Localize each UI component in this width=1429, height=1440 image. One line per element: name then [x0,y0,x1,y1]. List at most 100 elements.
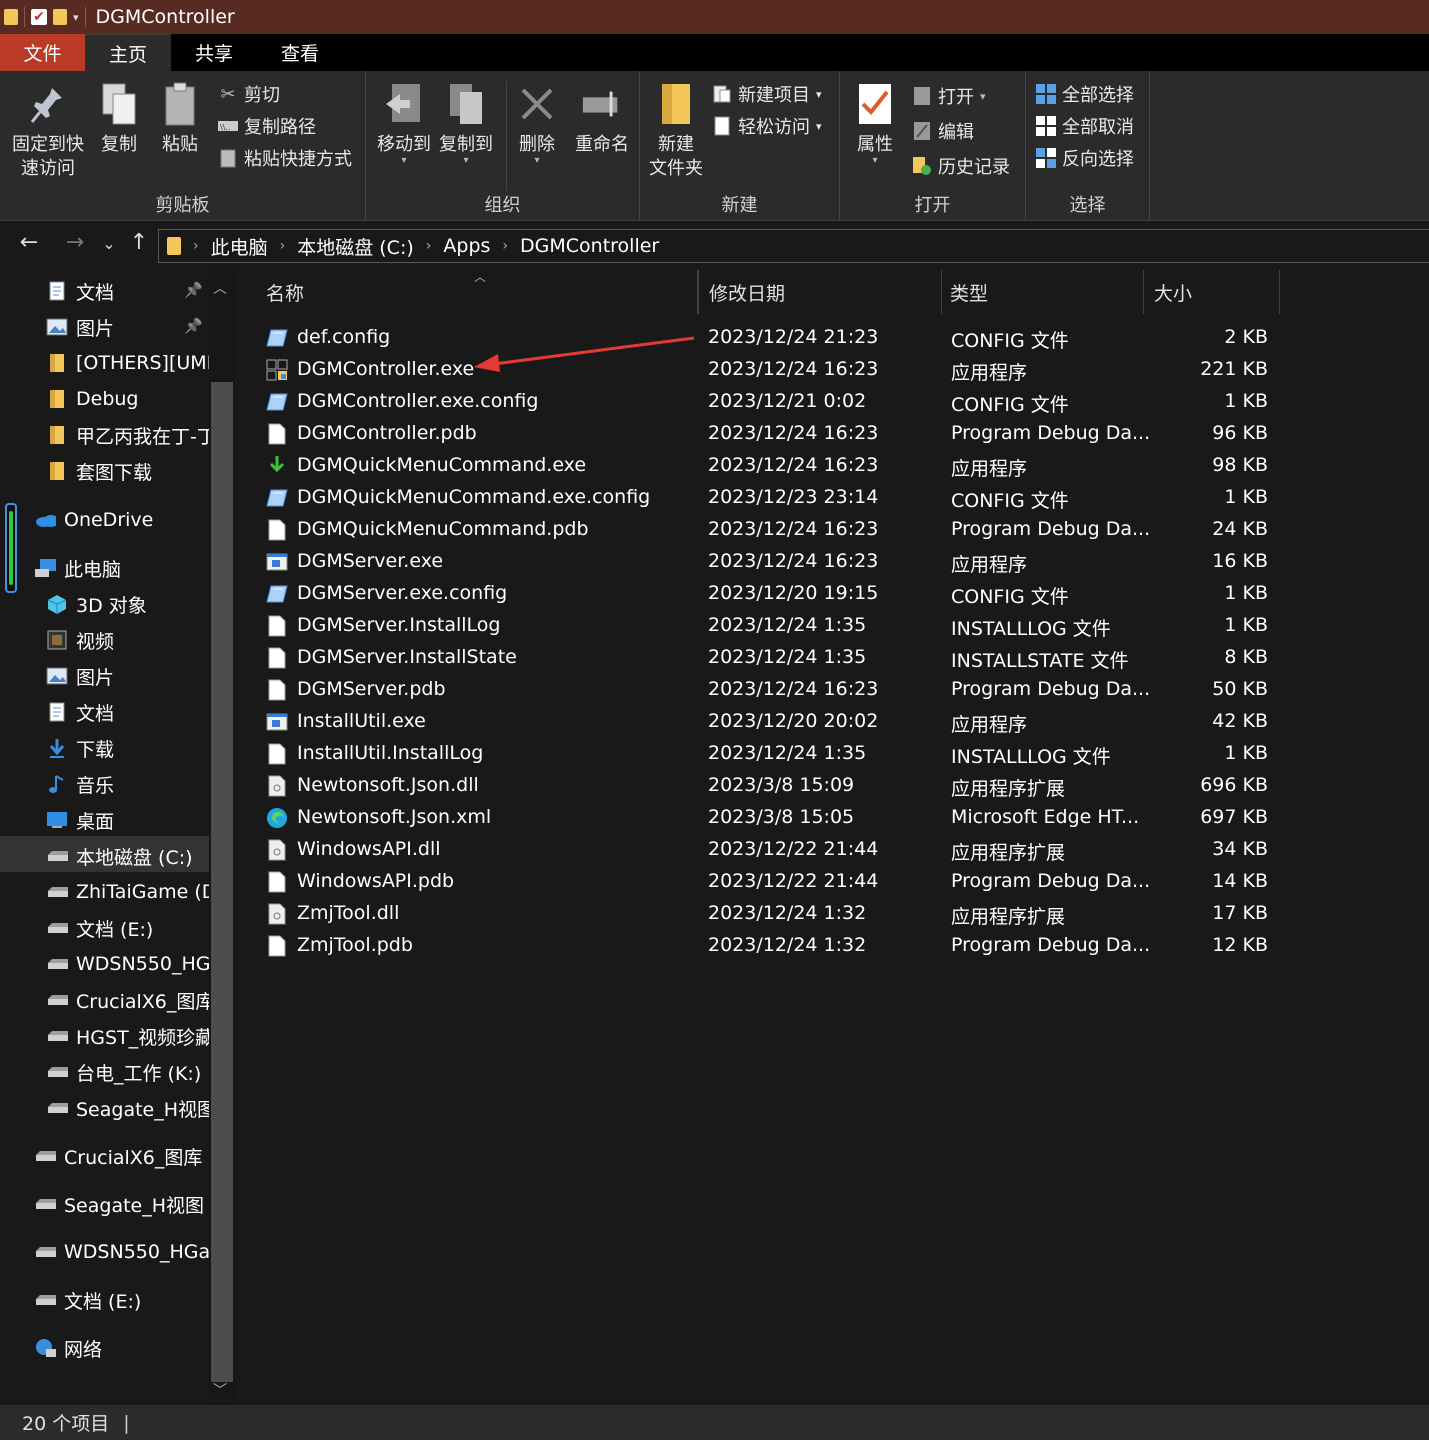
sidebar-item[interactable]: [OTHERS][UME [46,345,209,381]
move-to-button[interactable]: 移动到 ▾ [374,81,434,166]
file-size: 17 KB [1212,902,1268,924]
table-row[interactable]: Newtonsoft.Json.xml 2023/3/8 15:05 Microso… [260,802,1280,834]
scroll-up-icon[interactable]: ︿ [213,278,227,298]
table-row[interactable]: ZmjTool.dll 2023/12/24 1:32 应用程序扩展 17 KB [260,898,1280,930]
sidebar-item[interactable]: 网络 [34,1330,209,1366]
sidebar-item[interactable]: 甲乙丙我在丁-丁 [46,417,209,453]
sidebar-item[interactable]: 音乐 [46,766,209,802]
breadcrumb-this-pc[interactable]: 此电脑 [211,233,268,260]
column-header-size[interactable]: 大小 [1144,270,1280,314]
pin-icon[interactable]: 📌 [184,317,203,335]
breadcrumb-drive-c[interactable]: 本地磁盘 (C:) [297,233,414,260]
sidebar-item[interactable]: OneDrive [34,502,209,538]
table-row[interactable]: DGMServer.InstallLog 2023/12/24 1:35 INSTA… [260,610,1280,642]
table-row[interactable]: DGMQuickMenuCommand.exe 2023/12/24 16:23 应… [260,450,1280,482]
sidebar-item[interactable]: Seagate_H视图 (I [34,1186,209,1222]
new-folder-icon[interactable] [53,9,67,25]
sidebar-item[interactable]: 台电_工作 (K:) [46,1054,209,1090]
sidebar-item[interactable]: 桌面 [46,802,209,838]
copy-to-button[interactable]: 复制到 ▾ [436,81,496,166]
back-arrow-icon[interactable]: ← [14,230,44,255]
table-row[interactable]: WindowsAPI.pdb 2023/12/22 21:44 Program De… [260,866,1280,898]
up-arrow-icon[interactable]: ↑ [124,230,154,255]
table-row[interactable]: DGMController.exe 2023/12/24 16:23 应用程序 221… [260,354,1280,386]
sidebar-item[interactable]: 3D 对象 [46,586,209,622]
table-row[interactable]: DGMQuickMenuCommand.exe.config 2023/12/23… [260,482,1280,514]
table-row[interactable]: DGMController.exe.config 2023/12/21 0:02 C… [260,386,1280,418]
new-folder-button[interactable]: 新建 文件夹 [646,81,706,181]
sidebar-item[interactable]: 图片 [46,658,209,694]
tab-file[interactable]: 文件 [0,34,85,71]
table-row[interactable]: def.config 2023/12/24 21:23 CONFIG 文件 2 KB [260,322,1280,354]
scrollbar-thumb[interactable] [211,382,233,1382]
tab-view[interactable]: 查看 [257,34,343,71]
history-button[interactable]: 历史记录 [912,151,1010,181]
sidebar-item[interactable]: Debug [46,381,209,417]
sidebar-item[interactable]: 文档 (E:) [34,1282,209,1318]
select-none-button[interactable]: 全部取消 [1036,111,1134,141]
sidebar-item[interactable]: 套图下载 [46,453,209,489]
sidebar-item[interactable]: 文档 [46,694,209,730]
table-row[interactable]: ZmjTool.pdb 2023/12/24 1:32 Program Debug … [260,930,1280,962]
sidebar-item[interactable]: WDSN550_HGan [34,1234,209,1270]
select-all-button[interactable]: 全部选择 [1036,79,1134,109]
drive-icon [46,845,68,867]
sidebar-item[interactable]: 此电脑 [34,550,209,586]
table-row[interactable]: WindowsAPI.dll 2023/12/22 21:44 应用程序扩展 34 K… [260,834,1280,866]
forward-arrow-icon[interactable]: → [60,230,90,255]
tab-home[interactable]: 主页 [85,34,172,71]
sidebar-item[interactable]: ZhiTaiGame (D: [46,874,209,910]
copy-button[interactable]: 复制 [96,81,142,157]
recent-locations-chevron-icon[interactable]: ⌄ [94,234,124,253]
table-row[interactable]: DGMServer.exe.config 2023/12/20 19:15 CONF… [260,578,1280,610]
sidebar-item[interactable]: CrucialX6_图库 [46,982,209,1018]
new-item-button[interactable]: 新建项目 ▾ [712,79,822,109]
chevron-right-icon[interactable]: › [193,238,199,254]
breadcrumb-dgmcontroller[interactable]: DGMController [520,235,659,257]
column-header-name[interactable]: 名称 [260,270,698,314]
table-row[interactable]: DGMServer.exe 2023/12/24 16:23 应用程序 16 KB [260,546,1280,578]
scroll-down-icon[interactable]: ﹀ [213,1380,227,1400]
sidebar-item[interactable]: Seagate_H视图 [46,1090,209,1126]
table-row[interactable]: InstallUtil.InstallLog 2023/12/24 1:35 INS… [260,738,1280,770]
table-row[interactable]: DGMController.pdb 2023/12/24 16:23 Program… [260,418,1280,450]
chevron-right-icon[interactable]: › [280,238,286,254]
folder-icon[interactable] [4,9,18,25]
file-type: Program Debug Da... [951,518,1151,540]
sidebar-item[interactable]: 下载 [46,730,209,766]
properties-button[interactable]: 属性 ▾ [852,81,898,166]
easy-access-button[interactable]: 轻松访问 ▾ [712,111,822,141]
chevron-right-icon[interactable]: › [502,238,508,254]
column-header-modified[interactable]: 修改日期 [698,270,942,314]
chevron-right-icon[interactable]: › [426,238,432,254]
pin-to-quick-access-button[interactable]: 固定到快 速访问 [10,81,86,181]
properties-icon[interactable]: ✔ [31,9,47,25]
sidebar-item[interactable]: 视频 [46,622,209,658]
cut-button[interactable]: ✂ 剪切 [218,79,280,109]
column-header-type[interactable]: 类型 [942,270,1144,314]
address-bar[interactable]: › 此电脑 › 本地磁盘 (C:) › Apps › DGMController [158,229,1429,263]
table-row[interactable]: DGMServer.InstallState 2023/12/24 1:35 INS… [260,642,1280,674]
edit-button[interactable]: 编辑 [912,116,974,146]
open-button[interactable]: 打开 ▾ [912,81,986,111]
delete-button[interactable]: 删除 ▾ [516,81,558,166]
chevron-down-icon[interactable]: ▾ [73,11,79,24]
table-row[interactable]: InstallUtil.exe 2023/12/20 20:02 应用程序 42 KB [260,706,1280,738]
table-row[interactable]: DGMQuickMenuCommand.pdb 2023/12/24 16:23 P… [260,514,1280,546]
table-row[interactable]: DGMServer.pdb 2023/12/24 16:23 Program Deb… [260,674,1280,706]
sidebar-item[interactable]: 本地磁盘 (C:) [46,838,209,874]
tab-share[interactable]: 共享 [171,34,257,71]
paste-button[interactable]: 粘贴 [156,81,204,157]
pin-icon[interactable]: 📌 [184,281,203,299]
sidebar-item[interactable]: 文档 (E:) [46,910,209,946]
paste-shortcut-button[interactable]: 粘贴快捷方式 [218,143,352,173]
breadcrumb-apps[interactable]: Apps [443,235,490,257]
table-row[interactable]: Newtonsoft.Json.dll 2023/3/8 15:09 应用程序扩展 6… [260,770,1280,802]
sidebar-item[interactable]: HGST_视频珍藏 [46,1018,209,1054]
sidebar-item[interactable]: WDSN550_HGa [46,946,209,982]
sidebar-item[interactable]: CrucialX6_图库 (H [34,1138,209,1174]
invert-selection-button[interactable]: 反向选择 [1036,143,1134,173]
copy-path-button[interactable]: \\.. 复制路径 [218,111,316,141]
file-icon [266,679,288,701]
rename-button[interactable]: 重命名 [570,81,634,157]
